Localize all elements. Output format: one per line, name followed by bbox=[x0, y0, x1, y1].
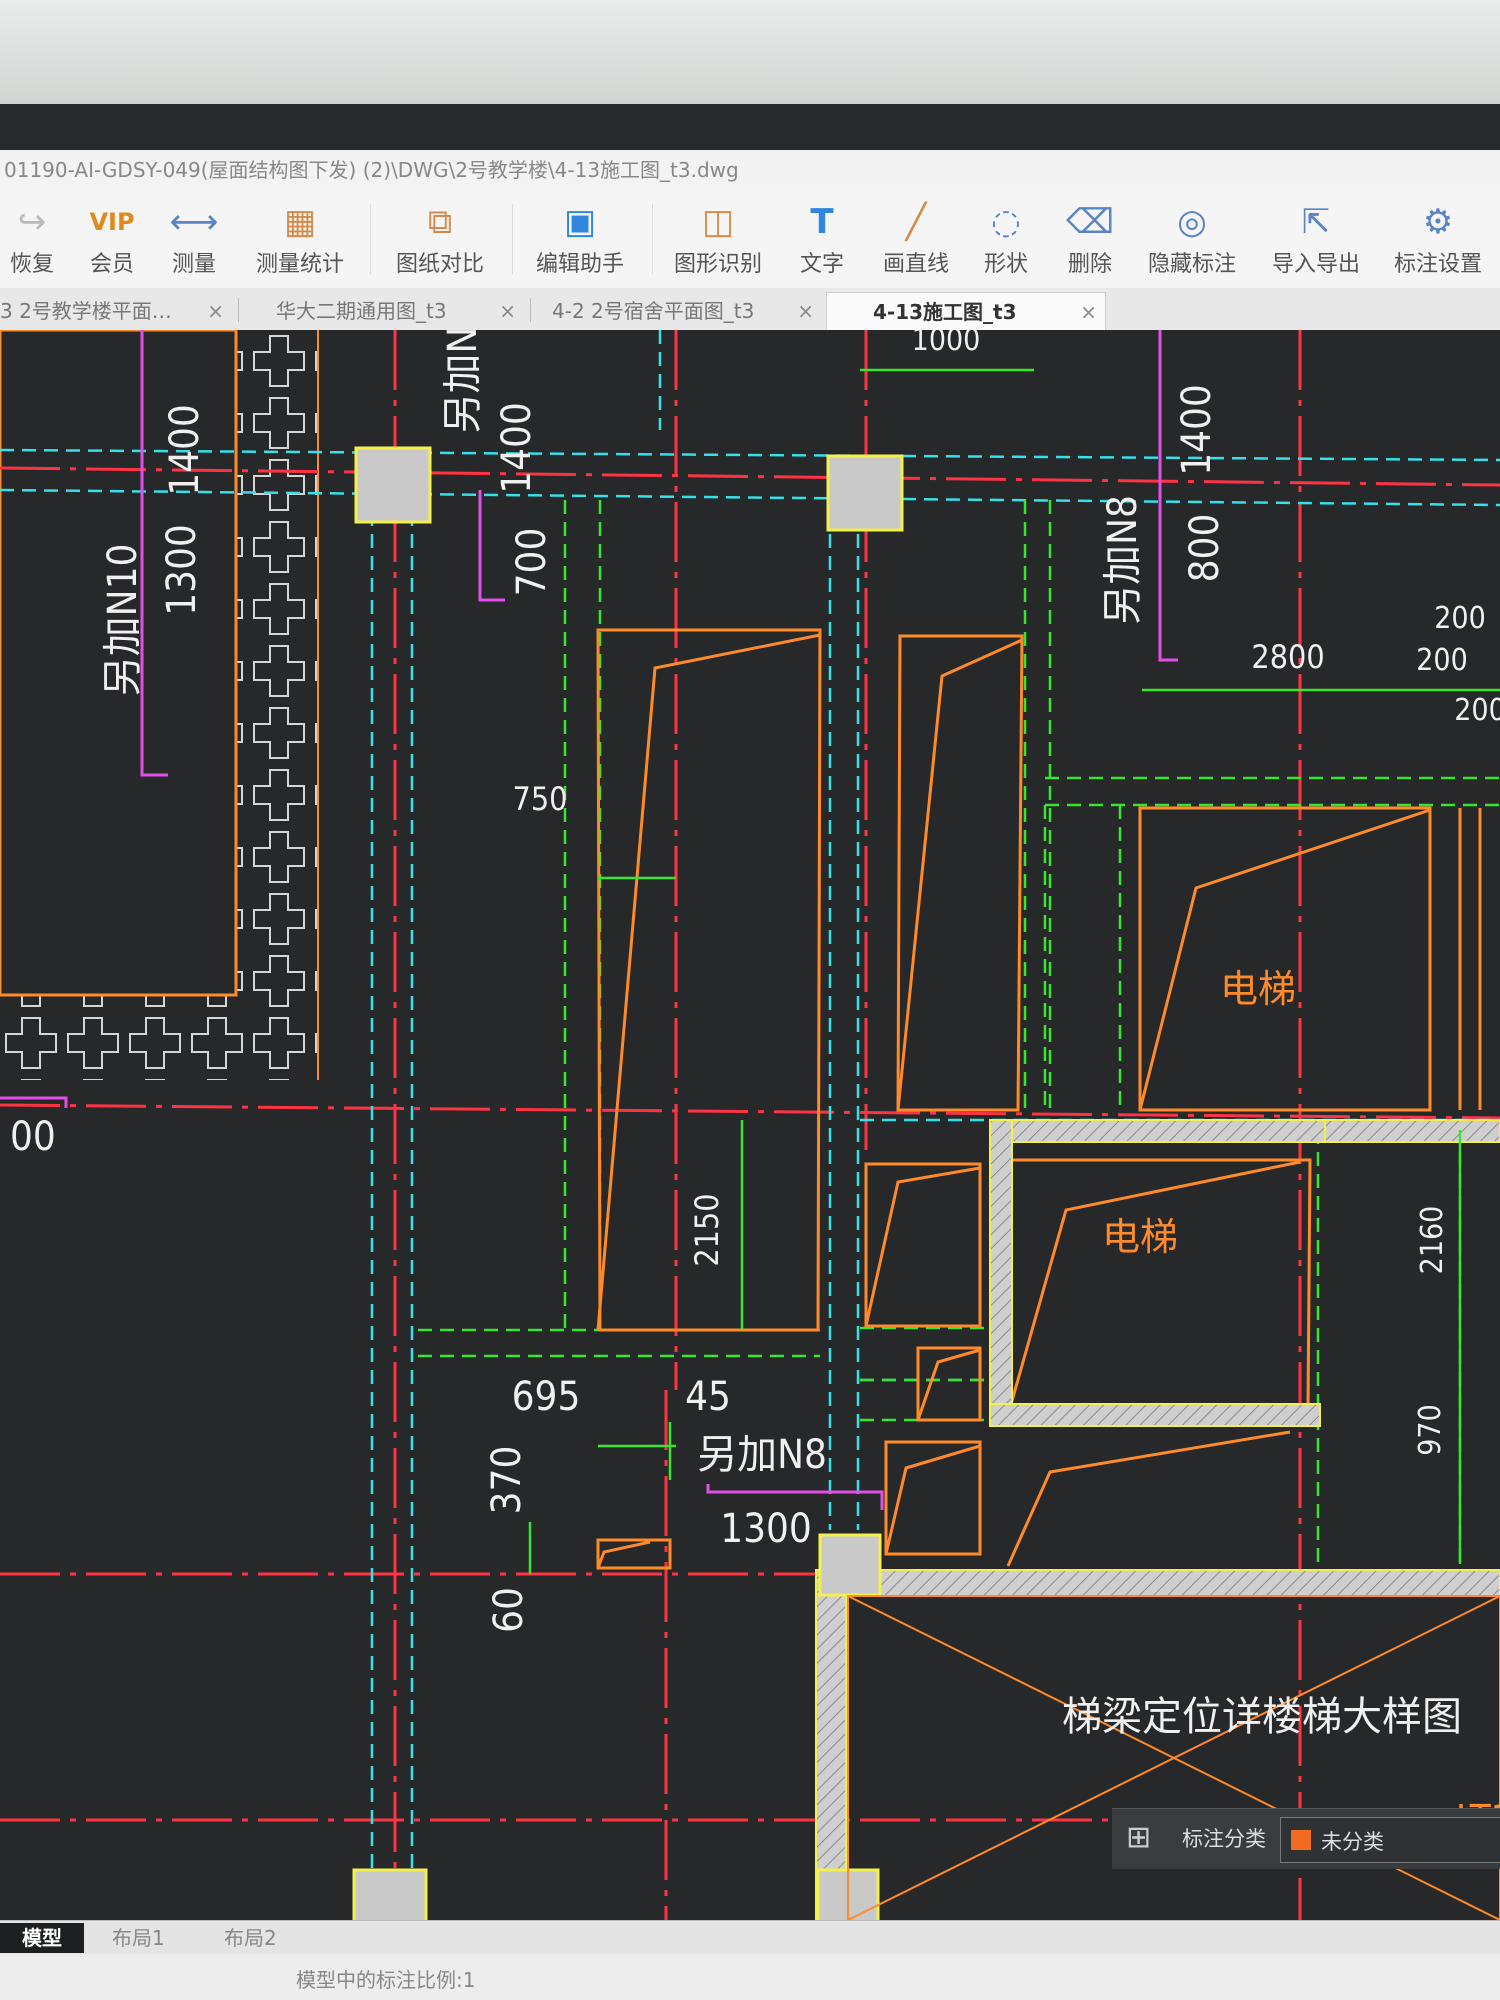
toolbar-divider bbox=[370, 204, 371, 274]
monitor-background bbox=[0, 0, 1500, 118]
app-window: 01190-AI-GDSY-049(屋面结构图下发) (2)\DWG\2号教学楼… bbox=[0, 150, 1500, 2000]
hide-annotation-button[interactable]: ◎ 隐藏标注 bbox=[1132, 198, 1252, 278]
category-select[interactable]: 未分类 bbox=[1280, 1817, 1500, 1863]
shape-recognition-button[interactable]: ◫ 图形识别 bbox=[658, 198, 778, 278]
annotation-category-panel: ⊞ 标注分类 未分类 bbox=[1112, 1808, 1500, 1869]
measure-stats-button[interactable]: ▦ 测量统计 bbox=[240, 198, 360, 278]
dim-text: 60 bbox=[486, 1587, 532, 1633]
layout-tabs: 模型 布局1 布局2 bbox=[0, 1920, 1500, 1955]
shape-recognition-icon: ◫ bbox=[701, 202, 735, 242]
rebar-label: 另加N bbox=[440, 330, 486, 433]
tab-teaching-building-plan[interactable]: 3 2号教学楼平面… × bbox=[0, 292, 232, 330]
dim-text: 200 bbox=[1434, 601, 1486, 636]
compare-button[interactable]: ⧉ 图纸对比 bbox=[380, 198, 500, 278]
grid-icon[interactable]: ⊞ bbox=[1126, 1821, 1160, 1855]
rebar-label: 另加N8 bbox=[697, 1432, 827, 1478]
dim-text: 1300 bbox=[159, 524, 205, 616]
annotation-settings-icon: ⚙ bbox=[1422, 202, 1454, 242]
tab-divider bbox=[238, 298, 239, 322]
toolbar-divider bbox=[512, 204, 513, 274]
tab-divider bbox=[530, 298, 531, 322]
close-icon[interactable]: × bbox=[797, 292, 814, 330]
measure-icon: ⟷ bbox=[169, 202, 219, 242]
annotation-scale-text: 模型中的标注比例:1 bbox=[296, 1968, 476, 1992]
dim-text: 200 bbox=[1454, 693, 1500, 728]
dim-text: 00 bbox=[10, 1114, 56, 1160]
cad-drawing: 1400 1300 另加N10 另加N 1400 700 1400 800 另加… bbox=[0, 330, 1500, 1920]
hide-annotation-icon: ◎ bbox=[1177, 202, 1207, 242]
elevator-label: 电梯 bbox=[1220, 967, 1296, 1011]
window-title: 01190-AI-GDSY-049(屋面结构图下发) (2)\DWG\2号教学楼… bbox=[0, 150, 1500, 190]
annotation-settings-button[interactable]: ⚙ 标注设置 bbox=[1378, 198, 1498, 278]
rebar-label: 另加N8 bbox=[1100, 495, 1146, 625]
compare-icon: ⧉ bbox=[427, 202, 453, 242]
tab-layout-2[interactable]: 布局2 bbox=[202, 1923, 299, 1953]
dim-text: 2800 bbox=[1251, 638, 1324, 676]
edit-assistant-icon: ▣ bbox=[563, 202, 597, 242]
dim-text: 800 bbox=[1182, 514, 1228, 583]
drawing-canvas[interactable]: 1400 1300 另加N10 另加N 1400 700 1400 800 另加… bbox=[0, 330, 1500, 1920]
tab-dormitory-plan[interactable]: 4-2 2号宿舍平面图_t3 × bbox=[552, 292, 822, 330]
measure-stats-icon: ▦ bbox=[283, 202, 317, 242]
dim-text: 970 bbox=[1413, 1404, 1448, 1456]
slab-outlines bbox=[596, 628, 1482, 1570]
elevator-label: 电梯 bbox=[1102, 1215, 1178, 1259]
dim-text: 45 bbox=[685, 1374, 731, 1420]
close-icon[interactable]: × bbox=[207, 292, 224, 330]
tab-construction-drawing[interactable]: 4-13施工图_t3 × bbox=[826, 292, 1106, 330]
rebar-label: 另加N10 bbox=[100, 544, 146, 697]
status-bar: 模型中的标注比例:1 bbox=[0, 1954, 1500, 2000]
dim-text: 750 bbox=[513, 780, 568, 818]
import-export-icon: ⇱ bbox=[1301, 202, 1331, 242]
dim-text: 1400 bbox=[162, 404, 208, 496]
dim-text: 695 bbox=[512, 1374, 581, 1420]
dim-text: 1400 bbox=[1174, 384, 1220, 476]
toolbar: ↪ 恢复 VIP 会员 ⟷ 测量 ▦ 测量统计 ⧉ 图纸对比 ▣ 编辑助手 ◫ … bbox=[0, 190, 1500, 289]
dim-text: 370 bbox=[484, 1446, 530, 1515]
tab-model[interactable]: 模型 bbox=[0, 1923, 84, 1953]
import-export-button[interactable]: ⇱ 导入导出 bbox=[1256, 198, 1376, 278]
dim-text: 2160 bbox=[1415, 1206, 1450, 1275]
dim-text: 200 bbox=[1416, 643, 1468, 678]
document-tabs: 3 2号教学楼平面… × 华大二期通用图_t3 × 4-2 2号宿舍平面图_t3… bbox=[0, 288, 1500, 331]
tab-general-drawing[interactable]: 华大二期通用图_t3 × bbox=[276, 292, 524, 330]
monitor-bezel bbox=[0, 104, 1500, 156]
tab-layout-1[interactable]: 布局1 bbox=[90, 1923, 187, 1953]
category-label: 标注分类 bbox=[1182, 1827, 1266, 1851]
toolbar-divider bbox=[652, 204, 653, 274]
dim-text: 1300 bbox=[720, 1506, 812, 1552]
category-value: 未分类 bbox=[1321, 1830, 1384, 1854]
dim-text: 1400 bbox=[494, 402, 540, 494]
measure-button[interactable]: ⟷ 测量 bbox=[134, 198, 254, 278]
color-swatch bbox=[1291, 1830, 1311, 1850]
dim-text: 1000 bbox=[912, 330, 981, 358]
dim-text: 2150 bbox=[688, 1193, 726, 1266]
edit-assistant-button[interactable]: ▣ 编辑助手 bbox=[520, 198, 640, 278]
close-icon[interactable]: × bbox=[1080, 293, 1097, 330]
stair-note: 梯梁定位详楼梯大样图 bbox=[1062, 1694, 1462, 1740]
dim-text: 700 bbox=[509, 528, 555, 597]
stair-opening bbox=[847, 1595, 1500, 1920]
close-icon[interactable]: × bbox=[499, 292, 516, 330]
